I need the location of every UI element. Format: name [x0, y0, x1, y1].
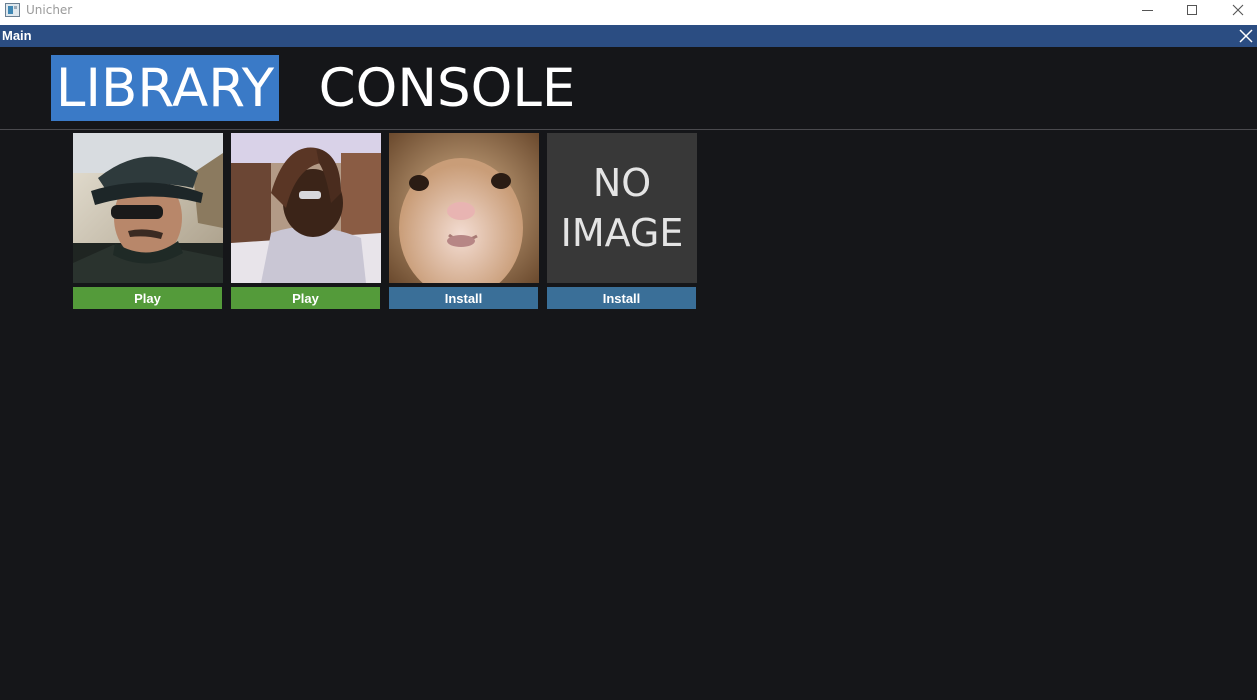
panel-title: Main — [2, 28, 32, 43]
maximize-button[interactable] — [1169, 0, 1215, 20]
close-icon — [1232, 4, 1244, 16]
maximize-icon — [1187, 5, 1197, 15]
placeholder-text-line2: IMAGE — [560, 211, 684, 255]
inner-title-bar: Main — [0, 25, 1257, 47]
close-icon — [1239, 29, 1253, 43]
game-tile: Play — [73, 133, 223, 309]
minimize-button[interactable] — [1124, 0, 1170, 20]
play-button[interactable]: Play — [73, 287, 222, 309]
minimize-icon — [1141, 9, 1153, 11]
tab-library[interactable]: LIBRARY — [51, 55, 279, 121]
no-image-placeholder[interactable]: NO IMAGE — [547, 133, 697, 283]
tab-divider — [0, 129, 1257, 130]
game-tile: Play — [231, 133, 381, 309]
install-button[interactable]: Install — [547, 287, 696, 309]
placeholder-text-line1: NO — [592, 161, 652, 205]
game-tile: Install — [389, 133, 539, 309]
window-title: Unicher — [26, 3, 73, 17]
game-cover-image[interactable] — [231, 133, 381, 283]
os-title-bar: Unicher — [0, 0, 1257, 25]
game-tile: NO IMAGE Install — [547, 133, 697, 309]
play-button[interactable]: Play — [231, 287, 380, 309]
close-window-button[interactable] — [1215, 0, 1257, 20]
game-cover-image[interactable] — [389, 133, 539, 283]
app-icon — [5, 3, 20, 17]
game-cover-image[interactable] — [73, 133, 223, 283]
install-button[interactable]: Install — [389, 287, 538, 309]
close-panel-button[interactable] — [1237, 27, 1255, 45]
tab-console[interactable]: CONSOLE — [318, 55, 576, 121]
